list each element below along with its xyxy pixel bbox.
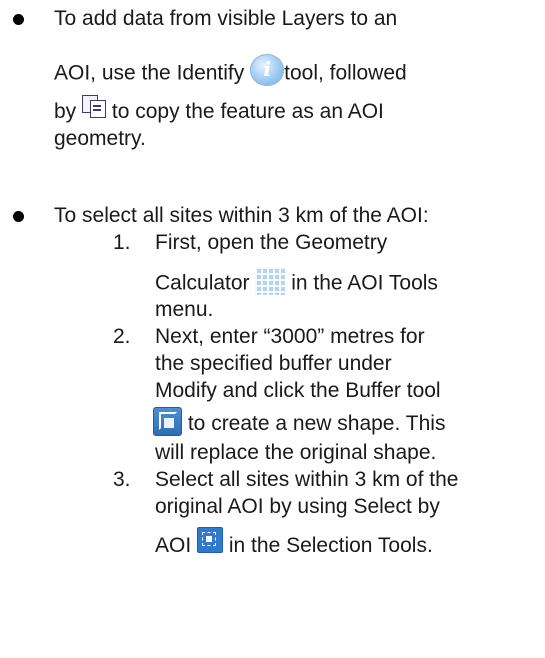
identify-icon[interactable]: i [250,54,285,86]
copy-icon[interactable] [82,95,107,119]
step3-line3: AOI in the Selection Tools. [155,527,433,559]
bullet2-intro: To select all sites within 3 km of the A… [54,204,429,227]
bullet1-line1: To add data from visible Layers to an [54,7,398,30]
step1-line3: menu. [155,298,214,321]
step3-line2: original AOI by using Select by [155,495,440,518]
step-number: 3. [113,468,131,491]
bullet1-line2: AOI, use the Identify i tool, followed [54,54,407,90]
bullet-point [13,14,24,25]
buffer-icon[interactable] [153,407,182,436]
step2-line1: Next, enter “3000” metres for [155,325,425,348]
step-number: 1. [113,231,131,254]
select-by-aoi-icon[interactable] [197,527,224,554]
bullet1-line4: geometry. [54,127,146,150]
step2-line5: will replace the original shape. [155,441,437,464]
step2-line2: the specified buffer under [155,352,392,375]
geometry-calculator-icon[interactable] [255,267,286,295]
bullet1-line3: by to copy the feature as an AOI [54,95,384,125]
step3-line1: Select all sites within 3 km of the [155,468,459,491]
step1-line1: First, open the Geometry [155,231,388,254]
bullet-point [13,211,24,222]
step2-line3: Modify and click the Buffer tool [155,379,441,402]
step1-line2: Calculator in the AOI Tools [155,267,438,298]
document-page: { "bullet1": { "line1": "To add data fro… [0,0,545,658]
step2-line4: to create a new shape. This [153,407,445,439]
step-number: 2. [113,325,131,348]
